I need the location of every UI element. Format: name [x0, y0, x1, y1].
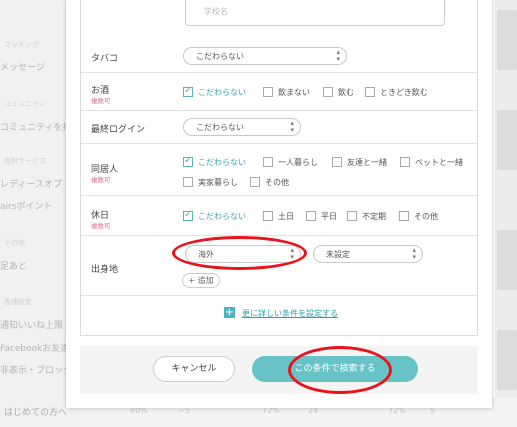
housemate-checkbox-pet[interactable]: [400, 157, 410, 167]
cancel-button[interactable]: キャンセル: [153, 356, 235, 382]
housemate-option-label: こだわらない: [198, 158, 246, 167]
holiday-row: 休日 複数可 こだわらない 土日 平日 不定期 その他: [81, 196, 477, 236]
birthplace-select-region-value: 海外: [198, 250, 214, 259]
housemate-option-label: ペットと一緒: [415, 158, 463, 167]
last-login-select[interactable]: こだわらない ▴ ▾: [183, 118, 301, 136]
search-conditions-modal: 学校名 タバコ こだわらない ▴▾ お酒 複数可 こだわらない 飲まない 飲む …: [66, 0, 492, 408]
tobacco-select[interactable]: こだわらない ▴ ▾: [183, 47, 347, 65]
alcohol-checkbox-no[interactable]: [263, 87, 273, 97]
housemate-option-label: 一人暮らし: [278, 158, 318, 167]
holiday-checkbox-weekday[interactable]: [306, 211, 316, 221]
select-arrows-icon: ▴ ▾: [412, 246, 416, 261]
background-profile-card: [497, 230, 517, 290]
last-login-select-value: こだわらない: [196, 123, 244, 132]
holiday-checkbox-irregular[interactable]: [347, 211, 357, 221]
more-conditions-link[interactable]: 更に詳しい条件を設定する: [242, 308, 338, 319]
add-birthplace-button[interactable]: + 追加: [182, 273, 220, 288]
holiday-checkbox-any[interactable]: [183, 209, 193, 221]
alcohol-row: お酒 複数可 こだわらない 飲まない 飲む ときどき飲む: [81, 73, 477, 111]
housemate-checkbox-friends[interactable]: [332, 157, 342, 167]
alcohol-checkbox-any[interactable]: [183, 85, 193, 97]
housemate-multiple-note: 複数可: [91, 176, 111, 184]
alcohol-option-label: 飲まない: [278, 88, 310, 97]
select-arrows-icon: ▴ ▾: [336, 48, 340, 63]
background-profile-card: [497, 10, 517, 70]
holiday-option-label: 土日: [278, 212, 294, 221]
alcohol-option-label: こだわらない: [198, 88, 246, 97]
holiday-option-label: 平日: [321, 212, 337, 221]
holiday-checkbox-weekend[interactable]: [263, 211, 273, 221]
holiday-multiple-note: 複数可: [91, 222, 111, 230]
alcohol-checkbox-sometimes[interactable]: [365, 87, 375, 97]
holiday-option-label: こだわらない: [198, 212, 246, 221]
birthplace-select-area-value: 未設定: [326, 250, 350, 259]
housemate-option-label: 友達と一緒: [347, 158, 387, 167]
background-profile-card: [497, 110, 517, 170]
housemate-checkbox-family[interactable]: [183, 177, 193, 187]
select-arrows-icon: ▴ ▾: [290, 246, 294, 261]
search-with-conditions-button[interactable]: この条件で検索する: [252, 356, 418, 382]
last-login-row: 最終ログイン こだわらない ▴ ▾: [81, 111, 477, 144]
housemate-option-label: その他: [265, 178, 289, 187]
housemate-checkbox-any[interactable]: [183, 155, 193, 167]
tobacco-row: タバコ こだわらない ▴ ▾: [81, 40, 477, 73]
alcohol-checkbox-yes[interactable]: [323, 87, 333, 97]
select-arrows-icon: ▴ ▾: [290, 119, 294, 134]
birthplace-label: 出身地: [91, 265, 119, 275]
housemate-checkbox-other[interactable]: [250, 177, 260, 187]
school-name-input[interactable]: 学校名: [185, 0, 445, 26]
birthplace-select-area[interactable]: 未設定 ▴ ▾: [313, 245, 423, 263]
birthplace-select-region[interactable]: 海外 ▴ ▾: [185, 245, 301, 263]
alcohol-option-label: 飲む: [338, 88, 354, 97]
tobacco-select-value: こだわらない: [196, 52, 244, 61]
holiday-option-label: 不定期: [362, 212, 386, 221]
housemate-checkbox-alone[interactable]: [263, 157, 273, 167]
housemate-row: 同居人 複数可 こだわらない 一人暮らし 友達と一緒 ペットと一緒 実家暮らし …: [81, 144, 477, 196]
conditions-form: 学校名 タバコ こだわらない ▴▾ お酒 複数可 こだわらない 飲まない 飲む …: [80, 0, 478, 336]
alcohol-multiple-note: 複数可: [91, 97, 111, 105]
background-profile-card: [497, 330, 517, 390]
last-login-label: 最終ログイン: [91, 125, 146, 135]
holiday-option-label: その他: [414, 212, 438, 221]
birthplace-row: 出身地 海外 ▴ ▾ 未設定 ▴ ▾: [81, 236, 477, 296]
tobacco-label: タバコ: [91, 54, 119, 64]
holiday-checkbox-other[interactable]: [399, 211, 409, 221]
alcohol-option-label: ときどき飲む: [380, 88, 428, 97]
plus-icon[interactable]: +: [224, 307, 235, 318]
housemate-option-label: 実家暮らし: [198, 178, 238, 187]
